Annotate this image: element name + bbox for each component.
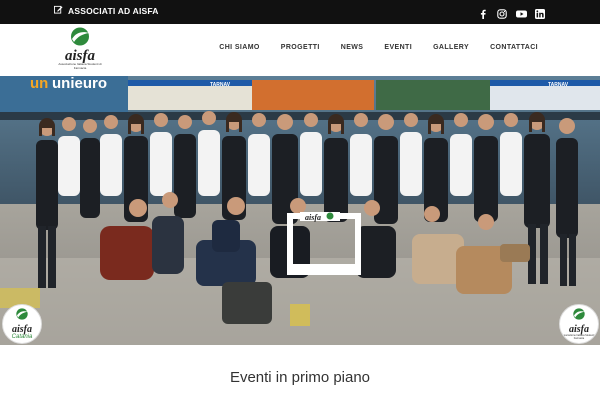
- edit-icon: [54, 5, 63, 16]
- section-title: Eventi in primo piano: [229, 369, 371, 386]
- logo-tagline: Associazione Italiana Studenti di Farmac…: [58, 62, 102, 70]
- nav-eventi[interactable]: EVENTI: [384, 44, 412, 51]
- associati-link[interactable]: ASSOCIATI AD AISFA: [54, 5, 159, 16]
- facebook-icon[interactable]: [478, 6, 488, 19]
- badge-left-text: aisfa: [12, 324, 32, 335]
- aisfa-catania-badge: aisfa Catania: [2, 304, 42, 344]
- hero-group-photo: un unieuro TARNAV TARNAV aisfa aisfa Cat…: [0, 76, 600, 345]
- sign-tarnav-1: TARNAV: [210, 82, 231, 88]
- sign-unieuro: unieuro: [52, 76, 107, 92]
- linkedin-icon[interactable]: [535, 6, 545, 19]
- youtube-icon[interactable]: [516, 6, 527, 18]
- nav-gallery[interactable]: GALLERY: [433, 44, 469, 51]
- nav-chi-siamo[interactable]: CHI SIAMO: [219, 44, 260, 51]
- sign-tarnav-2: TARNAV: [548, 82, 569, 88]
- site-header: aisfa Associazione Italiana Studenti di …: [0, 24, 600, 76]
- nav-progetti[interactable]: PROGETTI: [281, 44, 320, 51]
- frame-text: aisfa: [305, 213, 321, 222]
- nav-news[interactable]: NEWS: [341, 44, 364, 51]
- associati-label: ASSOCIATI AD AISFA: [68, 5, 159, 16]
- aisfa-national-badge: aisfa Associazione Italiana Studenti di …: [559, 304, 599, 344]
- main-nav: CHI SIAMO PROGETTI NEWS EVENTI GALLERY C…: [219, 44, 538, 51]
- badge-right-text: aisfa: [569, 324, 589, 335]
- top-bar: ASSOCIATI AD AISFA: [0, 0, 600, 24]
- aisfa-logo[interactable]: aisfa Associazione Italiana Studenti di …: [58, 27, 102, 73]
- nav-contattaci[interactable]: CONTATTACI: [490, 44, 538, 51]
- logo-text: aisfa: [65, 48, 95, 64]
- social-links: [478, 6, 545, 19]
- svg-text:un: un: [30, 76, 48, 92]
- instagram-icon[interactable]: [497, 6, 507, 19]
- group-photo-illustration: un unieuro TARNAV TARNAV aisfa: [0, 76, 600, 345]
- leaf-icon: [71, 27, 89, 46]
